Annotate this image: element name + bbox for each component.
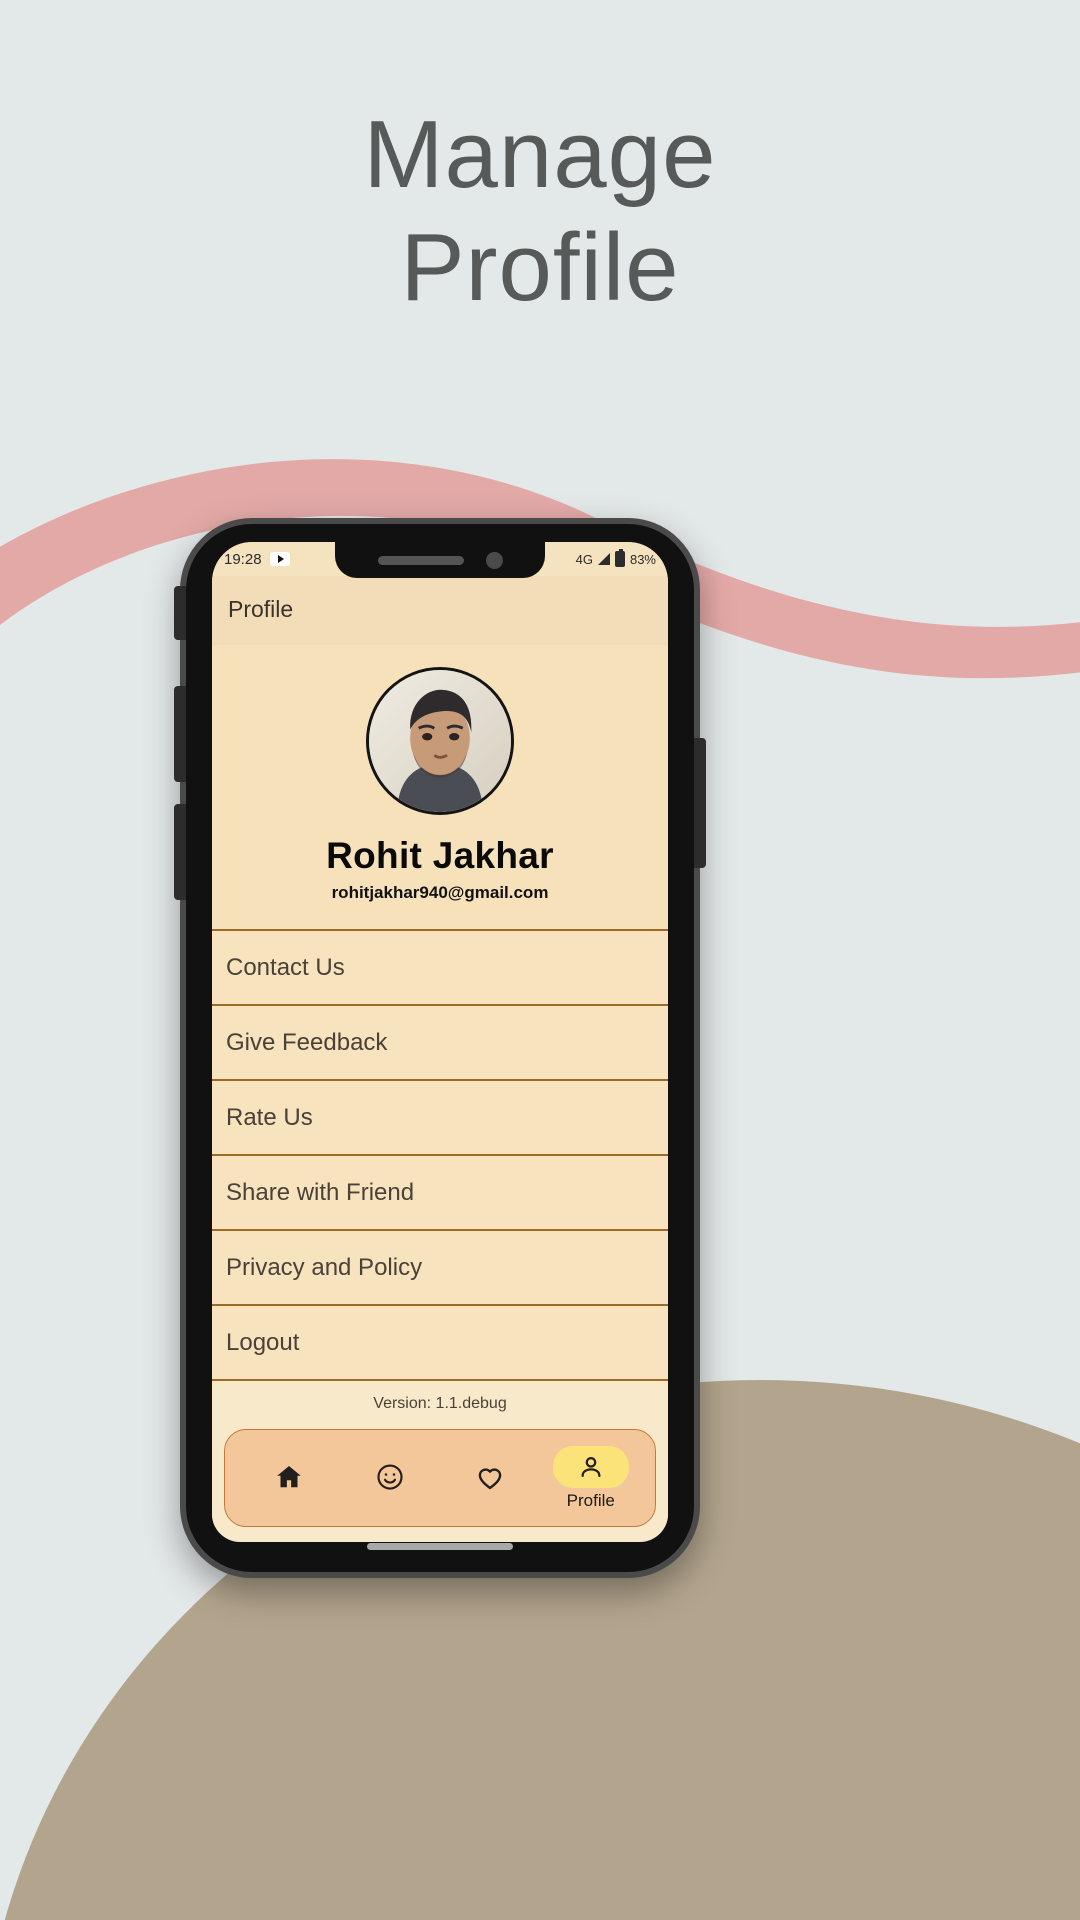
page-title-line1: Manage [363, 101, 717, 208]
heart-icon [474, 1461, 506, 1493]
avatar[interactable] [366, 667, 514, 815]
phone-mockup: 19:28 4G 83% Profile Rohit Jakhar rohitj… [174, 518, 706, 1578]
nav-item-mood[interactable] [340, 1462, 441, 1495]
app-bar: Profile [212, 576, 668, 645]
nav-active-pill [552, 1445, 629, 1488]
app-bar-title: Profile [228, 596, 294, 622]
bottom-nav-bar: Profile [224, 1429, 656, 1527]
menu-item-share-with-friend[interactable]: Share with Friend [212, 1156, 668, 1231]
menu-item-contact-us[interactable]: Contact Us [212, 931, 668, 1006]
menu-item-give-feedback[interactable]: Give Feedback [212, 1006, 668, 1081]
nav-item-profile[interactable]: Profile [541, 1445, 642, 1511]
menu-item-label: Privacy and Policy [226, 1253, 423, 1281]
profile-header: Rohit Jakhar rohitjakhar940@gmail.com [212, 645, 668, 931]
profile-name: Rohit Jakhar [326, 835, 554, 876]
home-indicator[interactable] [367, 1543, 513, 1550]
avatar-photo [369, 670, 511, 812]
nav-item-favourites[interactable] [440, 1461, 541, 1496]
youtube-icon [269, 552, 290, 566]
menu-item-privacy-and-policy[interactable]: Privacy and Policy [212, 1231, 668, 1306]
menu-item-label: Rate Us [226, 1103, 313, 1131]
menu-item-logout[interactable]: Logout [212, 1306, 668, 1381]
menu-item-label: Contact Us [226, 953, 345, 981]
status-bar-left: 19:28 [224, 551, 290, 568]
page-title: Manage Profile [0, 98, 1080, 325]
phone-power-button[interactable] [694, 738, 706, 868]
profile-email: rohitjakhar940@gmail.com [331, 883, 549, 902]
nav-item-home[interactable] [239, 1462, 340, 1495]
phone-volume-down-button[interactable] [174, 804, 186, 900]
menu-item-rate-us[interactable]: Rate Us [212, 1081, 668, 1156]
menu-item-label: Share with Friend [226, 1178, 415, 1206]
status-bar-right: 4G 83% [575, 549, 656, 567]
page-title-line2: Profile [400, 214, 680, 322]
home-icon [274, 1462, 304, 1492]
nav-item-label: Profile [566, 1490, 615, 1510]
phone-screen: 19:28 4G 83% Profile Rohit Jakhar rohitj… [212, 542, 668, 1542]
phone-notch [335, 542, 545, 578]
earpiece-speaker-icon [377, 555, 464, 565]
phone-volume-up-button[interactable] [174, 686, 186, 782]
battery-icon [614, 549, 625, 567]
version-label: Version: 1.1.debug [212, 1381, 668, 1423]
smiley-icon [375, 1462, 405, 1492]
signal-icon [597, 553, 610, 565]
network-type-label: 4G [575, 551, 593, 567]
menu-item-label: Give Feedback [226, 1028, 388, 1056]
front-camera-icon [485, 551, 503, 569]
phone-mute-button[interactable] [174, 586, 186, 640]
profile-menu-list: Contact Us Give Feedback Rate Us Share w… [212, 931, 668, 1381]
status-bar-time: 19:28 [224, 550, 262, 568]
menu-item-label: Logout [226, 1328, 300, 1356]
person-icon [577, 1453, 605, 1481]
battery-percent-label: 83% [629, 551, 656, 567]
bottom-nav-wrapper: Profile [212, 1423, 668, 1527]
